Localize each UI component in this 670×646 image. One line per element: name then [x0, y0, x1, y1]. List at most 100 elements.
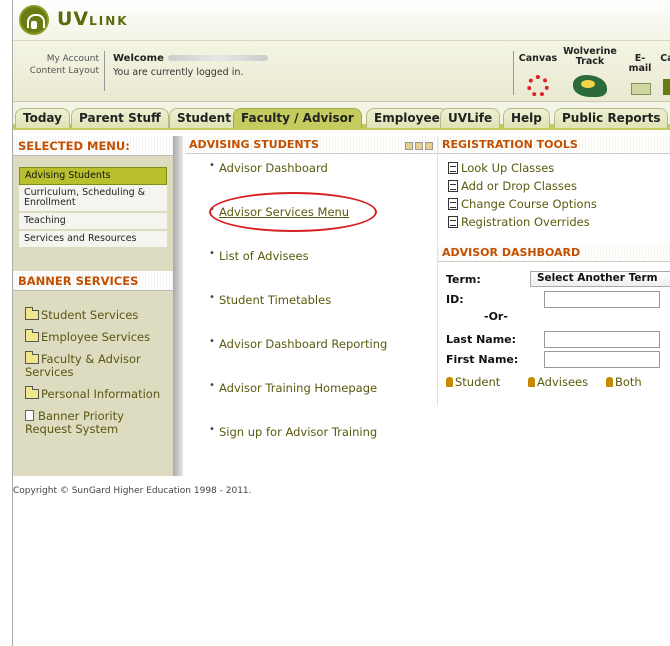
link-advisor-training-homepage[interactable]: Advisor Training Homepage [185, 374, 437, 418]
first-name-input[interactable] [544, 351, 660, 368]
logo-small-text: LINK [89, 14, 129, 28]
login-status: You are currently logged in. [113, 67, 244, 78]
divider [513, 51, 514, 95]
email-link[interactable]: E-mail [625, 54, 655, 74]
registration-tools-heading: REGISTRATION TOOLS [438, 136, 670, 154]
calendar-icon[interactable] [663, 79, 670, 95]
tab-employee[interactable]: Employee [366, 108, 448, 128]
banner-item-faculty-advisor-services[interactable]: Faculty & Advisor Services [25, 351, 165, 379]
divider [104, 51, 105, 91]
link-add-drop-classes[interactable]: Add or Drop Classes [448, 179, 663, 197]
wolverine-icon[interactable] [573, 75, 607, 97]
document-icon [448, 216, 458, 228]
link-look-up-classes[interactable]: Look Up Classes [448, 161, 663, 179]
link-student-timetables[interactable]: Student Timetables [185, 286, 437, 330]
registration-links: Look Up Classes Add or Drop Classes Chan… [438, 154, 670, 233]
link-label: Sign up for Advisor Training [219, 425, 378, 439]
email-icon[interactable] [631, 83, 651, 95]
term-label: Term: [446, 273, 481, 286]
link-advisor-dashboard[interactable]: Advisor Dashboard [185, 154, 437, 198]
content-layout-link[interactable]: Content Layout [13, 65, 99, 77]
people-icon [606, 377, 613, 387]
document-icon [448, 180, 458, 192]
tab-help[interactable]: Help [503, 108, 550, 128]
tab-parent-stuff[interactable]: Parent Stuff [71, 108, 169, 128]
button-label: Student [455, 375, 501, 389]
advising-panel-title: ADVISING STUDENTS [189, 138, 319, 151]
close-icon[interactable] [425, 142, 433, 150]
advisor-dashboard-panel: ADVISOR DASHBOARD Term: Select Another T… [438, 244, 670, 392]
link-label: Student Timetables [219, 293, 332, 307]
last-name-input[interactable] [544, 331, 660, 348]
term-select[interactable]: Select Another Term [530, 271, 670, 287]
uvlink-logo-icon [19, 5, 49, 35]
folder-icon [25, 386, 39, 399]
person-icon [446, 377, 453, 387]
link-label: Add or Drop Classes [461, 179, 577, 193]
welcome-text: Welcome [113, 53, 268, 64]
portal-frame: UVLINK My Account Content Layout Welcome… [12, 0, 670, 646]
id-row: ID: [438, 290, 670, 310]
sidebar-item-teaching[interactable]: Teaching [19, 213, 167, 231]
tab-faculty-advisor[interactable]: Faculty / Advisor [233, 108, 362, 128]
link-label: Change Course Options [461, 197, 597, 211]
advisees-button[interactable]: Advisees [528, 375, 588, 389]
canvas-icon[interactable] [527, 75, 549, 97]
user-bar: My Account Content Layout Welcome You ar… [13, 40, 670, 102]
right-column: REGISTRATION TOOLS Look Up Classes Add o… [437, 136, 670, 406]
link-change-course-options[interactable]: Change Course Options [448, 197, 663, 215]
link-label: Registration Overrides [461, 215, 590, 229]
banner-item-personal-information[interactable]: Personal Information [25, 386, 165, 401]
welcome-label: Welcome [113, 53, 164, 64]
both-button[interactable]: Both [606, 375, 642, 389]
calendar-link[interactable]: Ca [657, 54, 670, 64]
selected-menu-list: Advising Students Curriculum, Scheduling… [13, 156, 173, 249]
sidebar-item-advising-students[interactable]: Advising Students [19, 167, 167, 185]
folder-icon [25, 351, 39, 364]
sidebar: SELECTED MENU: Advising Students Curricu… [13, 136, 173, 476]
tab-uvlife[interactable]: UVLife [440, 108, 501, 128]
my-account-link[interactable]: My Account [13, 53, 99, 65]
banner-item-employee-services[interactable]: Employee Services [25, 329, 165, 344]
link-sign-up-advisor-training[interactable]: Sign up for Advisor Training [185, 418, 437, 462]
banner-item-student-services[interactable]: Student Services [25, 307, 165, 322]
folder-icon [25, 307, 39, 320]
tab-today[interactable]: Today [15, 108, 70, 128]
link-registration-overrides[interactable]: Registration Overrides [448, 215, 663, 233]
student-button[interactable]: Student [446, 375, 500, 389]
tab-student[interactable]: Student [169, 108, 239, 128]
link-label: Advisor Training Homepage [219, 381, 378, 395]
link-label: Look Up Classes [461, 161, 555, 175]
banner-item-label: Banner Priority Request System [25, 409, 124, 436]
dashboard-search-buttons: Student Advisees Both [438, 372, 670, 392]
id-input[interactable] [544, 291, 660, 308]
brand-bar: UVLINK [13, 0, 670, 40]
term-row: Term: Select Another Term [438, 270, 670, 290]
sidebar-item-curriculum[interactable]: Curriculum, Scheduling & Enrollment [19, 185, 167, 213]
link-list-of-advisees[interactable]: List of Advisees [185, 242, 437, 286]
document-icon [448, 162, 458, 174]
document-icon [448, 198, 458, 210]
banner-services-heading: BANNER SERVICES [13, 271, 173, 291]
logo-main-text: UV [57, 8, 90, 30]
tab-public-reports[interactable]: Public Reports [554, 108, 669, 128]
link-advisor-dashboard-reporting[interactable]: Advisor Dashboard Reporting [185, 330, 437, 374]
document-icon [25, 410, 34, 421]
advising-panel-heading: ADVISING STUDENTS [185, 136, 437, 154]
canvas-link[interactable]: Canvas [517, 54, 559, 64]
selected-menu-heading: SELECTED MENU: [13, 136, 173, 156]
folder-icon [25, 329, 39, 342]
banner-item-label: Student Services [41, 308, 139, 322]
edit-icon[interactable] [415, 142, 423, 150]
account-links: My Account Content Layout [13, 53, 99, 77]
sidebar-item-services-resources[interactable]: Services and Resources [19, 231, 167, 249]
person-icon [528, 377, 535, 387]
banner-item-label: Faculty & Advisor Services [25, 352, 141, 379]
minimize-icon[interactable] [405, 142, 413, 150]
uvlink-logo[interactable]: UVLINK [57, 8, 129, 30]
wolverine-track-link[interactable]: Wolverine Track [562, 47, 618, 67]
banner-item-priority-request[interactable]: Banner Priority Request System [25, 410, 165, 436]
advisor-dashboard-heading: ADVISOR DASHBOARD [438, 244, 670, 262]
sidebar-shadow [173, 136, 183, 476]
